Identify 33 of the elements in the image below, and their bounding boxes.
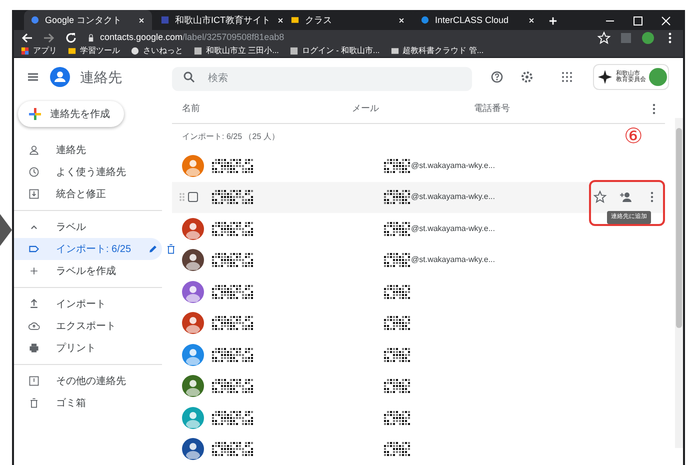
email-text: @st.wakayama-wky.e... [411, 222, 495, 235]
contact-row[interactable]: @st.wakayama-wky.e... [172, 182, 665, 214]
contact-row[interactable]: @st.wakayama-wky.e... [172, 150, 575, 182]
column-header: 名前 [181, 102, 201, 115]
sidebar-item[interactable]: 統合と修正 [14, 183, 162, 206]
bookmark[interactable]: ログイン - 和歌山市... [288, 44, 380, 57]
email-text: @st.wakayama-wky.e... [411, 254, 495, 266]
search-field[interactable]: 検索 [172, 66, 472, 91]
sidebar-item[interactable]: ラベルを作成 [14, 260, 162, 282]
create-contact-button[interactable]: 連絡先を作成 [18, 101, 124, 128]
sidebar-item[interactable]: よく使う連絡先 [14, 161, 162, 184]
sidebar-item[interactable]: その他の連絡先 [14, 370, 162, 392]
sidebar-item[interactable]: エクスポート [14, 315, 162, 338]
group-label: インポート: 6/25 （25 人） [181, 131, 280, 144]
browser-tab[interactable]: Google コンタクト [24, 10, 152, 30]
step-number: ⑥ [624, 126, 643, 148]
sidebar-item[interactable]: プリント [14, 337, 162, 360]
contact-row[interactable]: @st.wakayama-wky.e... [172, 213, 575, 245]
sidebar-item[interactable]: インポート [14, 293, 162, 316]
column-header: 電話番号 [474, 102, 511, 115]
email-text: @st.wakayama-wky.e... [411, 191, 495, 204]
bookmark[interactable]: 超教科書クラウド 管... [390, 44, 484, 57]
contact-row[interactable]: @st.wakayama-wky.e... [172, 244, 575, 276]
labels-header[interactable]: ラベル [14, 216, 162, 238]
bookmark[interactable]: アプリ [20, 44, 57, 57]
column-header: メール [352, 102, 380, 115]
sidebar-item[interactable]: 連絡先 [14, 139, 162, 162]
bookmark[interactable]: 和歌山市立 三田小... [193, 44, 279, 57]
bookmark[interactable]: 学習ツール [67, 44, 120, 57]
sidebar-item[interactable]: ゴミ箱 [14, 392, 162, 414]
bookmark[interactable]: さいねっと [130, 44, 183, 57]
email-text: @st.wakayama-wky.e... [411, 160, 495, 172]
app-title: 連絡先 [80, 68, 122, 87]
